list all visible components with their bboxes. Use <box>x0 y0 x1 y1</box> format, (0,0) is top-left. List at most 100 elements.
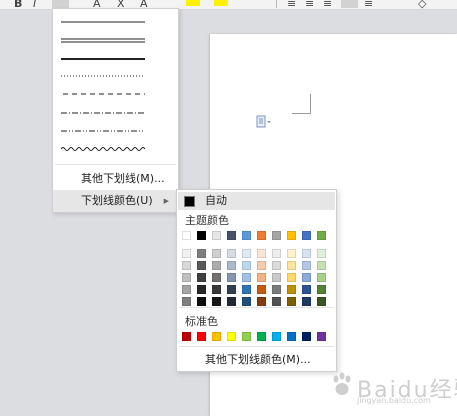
theme-shade-swatch[interactable] <box>197 285 206 294</box>
theme-shade-swatch[interactable] <box>212 297 221 306</box>
standard-color-swatch[interactable] <box>182 332 191 341</box>
theme-shade-swatch[interactable] <box>287 249 296 258</box>
theme-shade-swatch[interactable] <box>287 273 296 282</box>
theme-shade-swatch[interactable] <box>227 297 236 306</box>
theme-shade-swatch[interactable] <box>227 273 236 282</box>
italic-button[interactable]: I <box>33 0 36 10</box>
underline-dash-dot-option[interactable] <box>61 107 145 119</box>
align-justify-icon[interactable] <box>341 0 358 8</box>
theme-color-swatch[interactable] <box>302 231 311 240</box>
standard-color-swatch[interactable] <box>212 332 221 341</box>
paste-options-icon[interactable] <box>256 115 272 129</box>
more-underlines-item[interactable]: 其他下划线(M)... <box>53 168 178 190</box>
theme-color-swatch[interactable] <box>257 231 266 240</box>
underline-double-option[interactable] <box>61 34 145 46</box>
theme-color-swatch[interactable] <box>287 231 296 240</box>
theme-color-swatch[interactable] <box>182 231 191 240</box>
theme-color-swatch[interactable] <box>227 231 236 240</box>
theme-shade-swatch[interactable] <box>242 285 251 294</box>
theme-shade-swatch[interactable] <box>182 297 191 306</box>
theme-color-swatch[interactable] <box>212 231 221 240</box>
theme-shade-swatch[interactable] <box>257 261 266 270</box>
align-right-icon[interactable]: ≡ <box>323 0 332 10</box>
more-underline-colors-item[interactable]: 其他下划线颜色(M)... <box>177 350 336 370</box>
align-center-icon[interactable]: ≡ <box>305 0 314 10</box>
menu-separator <box>179 307 334 308</box>
theme-shade-swatch[interactable] <box>272 249 281 258</box>
theme-shade-swatch[interactable] <box>182 285 191 294</box>
align-left-icon[interactable]: ≡ <box>287 0 296 10</box>
underline-dotted-option[interactable] <box>61 70 145 82</box>
theme-shade-swatch[interactable] <box>287 285 296 294</box>
theme-colors-title: 主题颜色 <box>185 214 229 227</box>
theme-shade-swatch[interactable] <box>317 273 326 282</box>
standard-color-swatch[interactable] <box>197 332 206 341</box>
underline-thick-option[interactable] <box>61 53 145 65</box>
theme-shade-swatch[interactable] <box>212 261 221 270</box>
more-underlines-label: 其他下划线(M)... <box>81 172 165 185</box>
theme-shade-swatch[interactable] <box>212 249 221 258</box>
theme-shade-swatch[interactable] <box>257 249 266 258</box>
theme-shade-swatch[interactable] <box>197 297 206 306</box>
theme-shade-swatch[interactable] <box>212 273 221 282</box>
standard-color-swatch[interactable] <box>227 332 236 341</box>
standard-color-swatch[interactable] <box>272 332 281 341</box>
toolbar-divider <box>276 0 277 8</box>
theme-shade-swatch[interactable] <box>212 285 221 294</box>
theme-shade-swatch[interactable] <box>242 273 251 282</box>
highlight-color-icon[interactable] <box>186 0 200 6</box>
theme-shade-swatch[interactable] <box>287 261 296 270</box>
distribute-icon[interactable]: ≡ <box>364 0 373 10</box>
theme-shade-swatch[interactable] <box>272 297 281 306</box>
bold-button[interactable]: B <box>14 0 22 10</box>
underline-dash-dot-dot-option[interactable] <box>61 125 145 137</box>
theme-shade-swatch[interactable] <box>317 249 326 258</box>
auto-color-option[interactable]: 自动 <box>178 192 335 210</box>
theme-shade-swatch[interactable] <box>257 273 266 282</box>
underline-color-item[interactable]: 下划线颜色(U) ▶ <box>53 190 178 212</box>
theme-shade-swatch[interactable] <box>317 297 326 306</box>
theme-shade-swatch[interactable] <box>302 297 311 306</box>
font-color-icon[interactable] <box>214 0 228 6</box>
theme-shade-swatch[interactable] <box>287 297 296 306</box>
theme-shade-swatch[interactable] <box>242 249 251 258</box>
theme-shade-swatch[interactable] <box>227 285 236 294</box>
theme-shade-swatch[interactable] <box>272 273 281 282</box>
theme-shade-swatch[interactable] <box>302 261 311 270</box>
standard-color-swatch[interactable] <box>242 332 251 341</box>
underline-button[interactable] <box>52 0 69 8</box>
standard-color-swatch[interactable] <box>317 332 326 341</box>
theme-shade-swatch[interactable] <box>182 261 191 270</box>
theme-color-swatch[interactable] <box>197 231 206 240</box>
underline-dashed-option[interactable] <box>61 88 145 100</box>
theme-shade-swatch[interactable] <box>197 249 206 258</box>
theme-shade-swatch[interactable] <box>182 273 191 282</box>
theme-shade-swatch[interactable] <box>242 297 251 306</box>
theme-shade-swatch[interactable] <box>227 249 236 258</box>
theme-shade-swatch[interactable] <box>182 249 191 258</box>
theme-shade-swatch[interactable] <box>197 273 206 282</box>
theme-shade-swatch[interactable] <box>257 285 266 294</box>
standard-color-swatch[interactable] <box>257 332 266 341</box>
theme-color-swatch[interactable] <box>272 231 281 240</box>
underline-wave-option[interactable] <box>61 143 145 155</box>
theme-shade-swatch[interactable] <box>197 261 206 270</box>
theme-shade-swatch[interactable] <box>302 273 311 282</box>
theme-shade-swatch[interactable] <box>302 285 311 294</box>
theme-shade-swatch[interactable] <box>257 297 266 306</box>
theme-shade-swatch[interactable] <box>317 261 326 270</box>
standard-color-swatch[interactable] <box>302 332 311 341</box>
shading-icon[interactable]: ◇ <box>418 0 426 10</box>
theme-shade-swatch[interactable] <box>227 261 236 270</box>
standard-color-swatch[interactable] <box>287 332 296 341</box>
underline-single-option[interactable] <box>61 16 145 28</box>
theme-shade-swatch[interactable] <box>242 261 251 270</box>
theme-shade-swatch[interactable] <box>272 261 281 270</box>
theme-shade-swatch[interactable] <box>317 285 326 294</box>
theme-shade-swatch[interactable] <box>302 249 311 258</box>
underline-color-menu: 自动 主题颜色 标准色 其他下划线颜色(M)... <box>176 189 337 372</box>
theme-shade-swatch[interactable] <box>272 285 281 294</box>
theme-color-swatch[interactable] <box>242 231 251 240</box>
chevron-right-icon: ▶ <box>163 197 169 205</box>
theme-color-swatch[interactable] <box>317 231 326 240</box>
